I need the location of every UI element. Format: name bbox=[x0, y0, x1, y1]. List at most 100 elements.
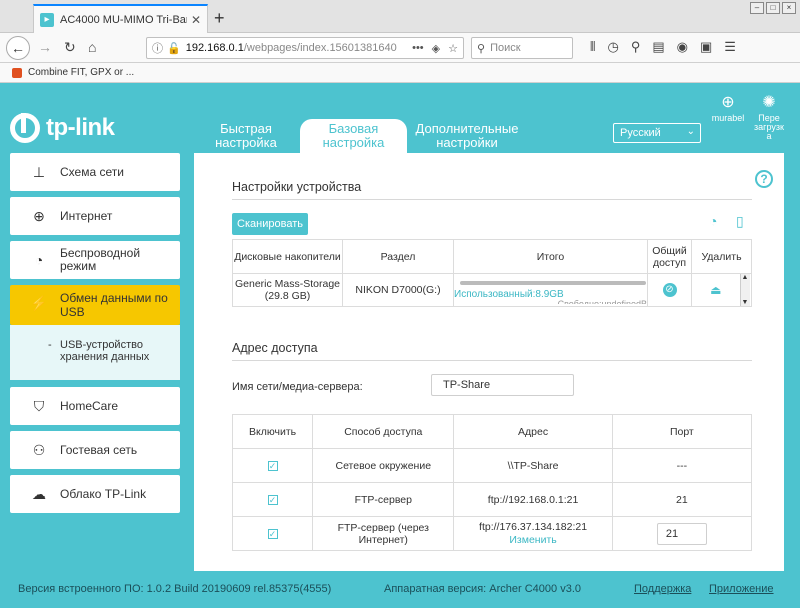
bookmark-item[interactable]: Combine FIT, GPX or ... bbox=[28, 67, 134, 78]
page-actions-icon[interactable]: ••• bbox=[412, 42, 424, 55]
access-port: --- bbox=[611, 448, 753, 483]
sidebar-item-internet[interactable]: ⊕ Интернет bbox=[10, 197, 180, 235]
info-icon[interactable]: ⓘ bbox=[152, 40, 163, 56]
sidebar-item-wireless[interactable]: ◔ Беспроводной режим bbox=[10, 241, 180, 279]
bookmark-star-icon[interactable]: ☆ bbox=[448, 42, 458, 55]
enable-checkbox[interactable]: ✓ bbox=[267, 460, 278, 471]
url-host: 192.168.0.1 bbox=[185, 42, 244, 54]
browser-tabbar: ▸ AC4000 MU-MIMO Tri-Band WiFi R ✕ + – □… bbox=[0, 0, 800, 33]
table-row: Generic Mass-Storage (29.8 GB) NIKON D70… bbox=[232, 273, 752, 307]
enable-checkbox[interactable]: ✓ bbox=[267, 494, 278, 505]
column-header: Дисковые накопители bbox=[232, 239, 343, 274]
change-link[interactable]: Изменить bbox=[454, 534, 611, 547]
hardware-version: Аппаратная версия: Archer C4000 v3.0 bbox=[384, 583, 581, 595]
account-icon[interactable]: ◉ bbox=[677, 39, 688, 55]
home-icon[interactable]: ⌂ bbox=[88, 39, 96, 55]
access-address: ftp://192.168.0.1:21 bbox=[453, 482, 613, 517]
access-method: FTP-сервер bbox=[312, 482, 455, 517]
usage-bar bbox=[460, 280, 646, 285]
port-input[interactable]: 21 bbox=[656, 522, 707, 545]
partition-name: NIKON D7000(G:) bbox=[342, 273, 454, 307]
chevron-down-icon: ⌄ bbox=[686, 126, 695, 137]
screenshot-icon[interactable]: ▣ bbox=[700, 39, 712, 55]
usage-cell: Использованный:8.9GB Свободно:undefinedB bbox=[453, 273, 648, 307]
zoom-icon[interactable]: ⚲ bbox=[631, 39, 641, 55]
url-bar[interactable]: ⓘ 🔓 192.168.0.1 /webpages/index.15601381… bbox=[146, 37, 464, 59]
footer: Версия встроенного ПО: 1.0.2 Build 20190… bbox=[0, 571, 800, 608]
maximize-button[interactable]: □ bbox=[766, 2, 780, 14]
close-window-button[interactable]: × bbox=[782, 2, 796, 14]
divider bbox=[232, 199, 752, 200]
table-row: ✓ Сетевое окружение \\TP-Share --- bbox=[231, 448, 753, 483]
device-settings-title: Настройки устройства bbox=[232, 180, 362, 194]
scroll-down-icon[interactable]: ▼ bbox=[742, 299, 749, 306]
bookmark-favicon-icon bbox=[12, 67, 22, 78]
insecure-lock-icon[interactable]: 🔓 bbox=[167, 42, 181, 55]
table-header-row: Дисковые накопители Раздел Итого Общий д… bbox=[232, 239, 752, 274]
bookmarks-toolbar: Combine FIT, GPX or ... bbox=[0, 63, 800, 83]
sidebar-icon[interactable]: ▤ bbox=[652, 39, 664, 55]
column-header: Удалить bbox=[691, 239, 752, 274]
user-icon: ⊕ bbox=[721, 94, 735, 111]
forward-button[interactable]: → bbox=[38, 39, 52, 55]
sidebar-subitem-usb-storage[interactable]: - USB-устройство хранения данных bbox=[10, 325, 180, 380]
sidebar-item-guest-network[interactable]: ⚇ Гостевая сеть bbox=[10, 431, 180, 469]
table-header-row: Включить Способ доступа Адрес Порт bbox=[231, 414, 753, 449]
share-toggle-icon[interactable]: ⊘ bbox=[662, 283, 677, 297]
support-link[interactable]: Поддержка bbox=[634, 583, 691, 595]
column-header: Адрес bbox=[453, 414, 613, 449]
tab-basic-setup[interactable]: Базовая настройка bbox=[300, 119, 407, 153]
reload-button[interactable]: ↻ bbox=[64, 39, 76, 56]
firmware-version: Версия встроенного ПО: 1.0.2 Build 20190… bbox=[18, 583, 332, 595]
new-tab-button[interactable]: + bbox=[214, 8, 225, 29]
user-button[interactable]: ⊕ murabel bbox=[708, 95, 748, 123]
divider bbox=[232, 360, 752, 361]
sidebar-item-homecare[interactable]: ⛉ HomeCare bbox=[10, 387, 180, 425]
enable-checkbox[interactable]: ✓ bbox=[267, 528, 278, 539]
library-icon[interactable]: ⫴ bbox=[590, 39, 595, 55]
reboot-icon: ✺ bbox=[762, 94, 776, 111]
tab-advanced-setup[interactable]: Дополнительные настройки bbox=[410, 119, 524, 153]
main-panel: ? Настройки устройства Сканировать ◔ ▯ Д… bbox=[194, 153, 784, 571]
users-icon: ⚇ bbox=[32, 441, 46, 458]
column-header: Общий доступ bbox=[647, 239, 692, 274]
scroll-up-icon[interactable]: ▲ bbox=[742, 274, 749, 281]
storage-table: Дисковые накопители Раздел Итого Общий д… bbox=[232, 239, 752, 307]
router-app: tp-link Быстрая настройка Базовая настройк… bbox=[0, 83, 800, 608]
tplink-logo: tp-link bbox=[10, 113, 115, 143]
sidebar-item-tplink-cloud[interactable]: ☁ Облако TP-Link bbox=[10, 475, 180, 513]
column-header: Порт bbox=[611, 414, 753, 449]
table-row: ✓ FTP-сервер ftp://192.168.0.1:21 21 bbox=[231, 482, 753, 517]
menu-icon[interactable]: ☰ bbox=[724, 39, 736, 55]
sidebar-item-usb-sharing[interactable]: ⚡ Обмен данными по USB bbox=[10, 285, 180, 325]
document-icon[interactable]: ▯ bbox=[736, 213, 744, 230]
app-link[interactable]: Приложение bbox=[709, 583, 774, 595]
help-icon[interactable]: ? bbox=[755, 170, 773, 188]
pocket-icon[interactable]: ◈ bbox=[432, 42, 440, 55]
column-header: Итого bbox=[453, 239, 648, 274]
history-icon[interactable]: ◷ bbox=[607, 39, 618, 55]
search-input[interactable]: ⚲ Поиск bbox=[471, 37, 573, 59]
access-address-title: Адрес доступа bbox=[232, 341, 318, 355]
server-name-input[interactable]: TP-Share bbox=[431, 374, 574, 396]
language-select[interactable]: Русский ⌄ bbox=[613, 123, 701, 143]
url-path: /webpages/index.15601381640 bbox=[243, 42, 397, 54]
tab-quick-setup[interactable]: Быстрая настройка bbox=[206, 119, 286, 153]
minimize-button[interactable]: – bbox=[750, 2, 764, 14]
tab-close-icon[interactable]: ✕ bbox=[191, 13, 201, 27]
column-header: Раздел bbox=[342, 239, 454, 274]
access-address: \\TP-Share bbox=[453, 448, 613, 483]
wifi-icon: ◔ bbox=[34, 252, 44, 268]
sidebar-item-network-map[interactable]: ⊥ Схема сети bbox=[10, 153, 180, 191]
search-placeholder: Поиск bbox=[490, 42, 521, 54]
access-method: FTP-сервер (через Интернет) bbox=[312, 516, 455, 551]
network-map-icon: ⊥ bbox=[32, 163, 46, 180]
reboot-button[interactable]: ✺ Пере загрузк а bbox=[752, 95, 786, 141]
shield-icon: ⛉ bbox=[33, 397, 45, 414]
eject-icon[interactable]: ⏏ bbox=[710, 283, 721, 297]
browser-tab[interactable]: ▸ AC4000 MU-MIMO Tri-Band WiFi R ✕ bbox=[33, 4, 208, 33]
pie-chart-icon[interactable]: ◔ bbox=[709, 213, 717, 229]
back-button[interactable]: ← bbox=[6, 36, 30, 60]
table-scrollbar[interactable]: ▲ ▼ bbox=[739, 273, 752, 307]
scan-button[interactable]: Сканировать bbox=[232, 213, 308, 235]
